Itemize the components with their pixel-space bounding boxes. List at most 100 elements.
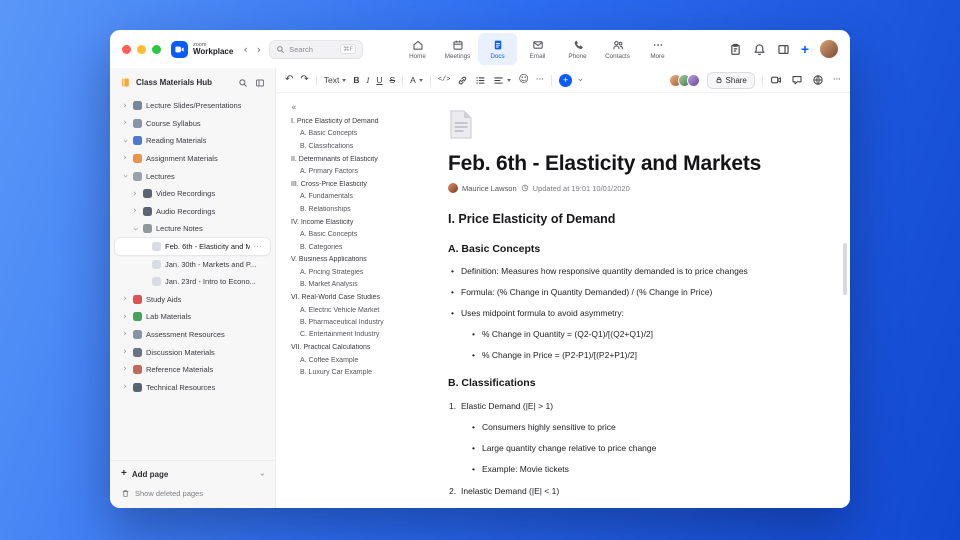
tree-row[interactable]: Feb. 6th - Elasticity and M... ··· [115, 237, 270, 256]
text-color-dropdown[interactable]: A [410, 76, 423, 85]
bullet-item[interactable]: Formula: (% Change in Quantity Demanded)… [448, 287, 816, 297]
show-deleted-pages-button[interactable]: Show deleted pages [121, 489, 264, 498]
sub-bullet-item[interactable]: Large quantity change relative to price … [469, 443, 816, 453]
bullet-list-button[interactable] [475, 75, 486, 86]
outline-item[interactable]: B. Market Analysis [291, 281, 432, 289]
tree-row[interactable]: Lecture Slides/Presentations [110, 97, 275, 115]
notifications-bell-icon[interactable] [753, 43, 766, 56]
tree-row[interactable]: Discussion Materials [110, 343, 275, 361]
tree-row[interactable]: Lectures [110, 167, 275, 185]
outline-item[interactable]: B. Pharmaceutical Industry [291, 319, 432, 327]
tree-row[interactable]: Jan. 23rd - Intro to Econo... [110, 273, 275, 291]
chevron-icon[interactable] [131, 207, 139, 216]
outline-item[interactable]: IV. Income Elasticity [291, 219, 432, 227]
tree-row[interactable]: Reading Materials [110, 132, 275, 150]
chevron-icon[interactable] [121, 119, 129, 128]
tree-row[interactable]: Reference Materials [110, 361, 275, 379]
comments-icon[interactable] [791, 74, 803, 86]
tab-home[interactable]: Home [398, 33, 437, 65]
video-call-icon[interactable] [770, 74, 782, 86]
doc-heading-1[interactable]: I. Price Elasticity of Demand [448, 212, 816, 226]
collaborator-avatar[interactable] [686, 73, 700, 87]
doc-subheading-b[interactable]: B. Classifications [448, 377, 816, 389]
bullet-item[interactable]: Definition: Measures how responsive quan… [448, 266, 816, 276]
numbered-item[interactable]: 2. Inelastic Demand (|E| < 1) [448, 486, 816, 496]
chevron-icon[interactable] [121, 365, 129, 374]
close-window-button[interactable] [122, 44, 131, 54]
back-button[interactable]: ‹ [243, 44, 247, 55]
outline-item[interactable]: B. Luxury Car Example [291, 369, 432, 377]
add-page-button[interactable]: + Add page › [121, 469, 267, 479]
tab-email[interactable]: Email [518, 33, 557, 65]
row-more-icon[interactable]: ··· [254, 243, 262, 251]
document-title[interactable]: Feb. 6th - Elasticity and Markets [448, 152, 816, 176]
outline-item[interactable]: A. Primary Factors [291, 168, 432, 176]
collapse-toolbar-icon[interactable]: ‹ [576, 78, 586, 82]
tree-row[interactable]: Video Recordings [110, 185, 275, 203]
redo-button[interactable]: ↷ [300, 75, 308, 85]
maximize-window-button[interactable] [152, 44, 161, 54]
outline-item[interactable]: V. Business Applications [291, 256, 432, 264]
collapse-sidebar-icon[interactable] [255, 78, 265, 88]
chevron-icon[interactable] [131, 190, 139, 199]
tab-more[interactable]: More [638, 33, 677, 65]
sub-bullet-item[interactable]: Example: Movie tickets [469, 464, 816, 474]
insert-block-button[interactable]: + [559, 73, 572, 87]
tab-phone[interactable]: Phone [558, 33, 597, 65]
minimize-window-button[interactable] [137, 44, 146, 54]
outline-item[interactable]: II. Determinants of Elasticity [291, 156, 432, 164]
clipboard-icon[interactable] [729, 43, 742, 56]
align-dropdown[interactable] [493, 75, 512, 86]
globe-icon[interactable] [812, 74, 824, 86]
numbered-item[interactable]: 1. Elastic Demand (|E| > 1) [448, 401, 816, 411]
more-tools-button[interactable]: ··· [536, 76, 544, 85]
tree-row[interactable]: Technical Resources [110, 379, 275, 397]
tree-row[interactable]: Study Aids [110, 291, 275, 309]
underline-button[interactable]: U [376, 76, 382, 85]
chevron-icon[interactable] [121, 383, 129, 392]
scrollbar-thumb[interactable] [843, 243, 847, 295]
outline-item[interactable]: A. Fundamentals [291, 193, 432, 201]
outline-item[interactable]: A. Pricing Strategies [291, 269, 432, 277]
tree-row[interactable]: Course Syllabus [110, 115, 275, 133]
panel-toggle-icon[interactable] [777, 43, 790, 56]
tab-meetings[interactable]: Meetings [438, 33, 477, 65]
chevron-icon[interactable] [121, 295, 129, 304]
emoji-button[interactable]: ☺ [518, 75, 528, 85]
tree-row[interactable]: Lab Materials [110, 308, 275, 326]
sub-bullet-item[interactable]: Consumers highly sensitive to price [469, 422, 816, 432]
tab-docs[interactable]: Docs [478, 33, 517, 65]
strikethrough-button[interactable]: S [390, 76, 396, 85]
bullet-item[interactable]: Uses midpoint formula to avoid asymmetry… [448, 308, 816, 318]
sidebar-search-icon[interactable] [238, 78, 248, 88]
chevron-icon[interactable] [121, 313, 129, 322]
outline-item[interactable]: C. Entertainment Industry [291, 331, 432, 339]
tree-row[interactable]: Jan. 30th - Markets and P... [110, 255, 275, 273]
undo-button[interactable]: ↶ [285, 75, 293, 85]
text-style-dropdown[interactable]: Text [324, 76, 347, 85]
chevron-icon[interactable] [131, 225, 139, 234]
tree-row[interactable]: Assessment Resources [110, 326, 275, 344]
new-item-plus-button[interactable]: + [801, 42, 809, 56]
sub-bullet-item[interactable]: % Change in Price = (P2-P1)/[(P2+P1)/2] [469, 350, 816, 360]
share-button[interactable]: Share [706, 71, 755, 89]
chevron-icon[interactable] [121, 137, 129, 146]
outline-item[interactable]: A. Basic Concepts [291, 130, 432, 138]
link-button[interactable] [457, 75, 468, 86]
collapse-outline-icon[interactable]: « [291, 103, 432, 113]
outline-item[interactable]: B. Relationships [291, 206, 432, 214]
chevron-icon[interactable] [121, 154, 129, 163]
doc-more-button[interactable]: ··· [833, 76, 841, 85]
search-input[interactable]: Search ⌘F [269, 39, 364, 59]
tab-contacts[interactable]: Contacts [598, 33, 637, 65]
add-page-caret-icon[interactable]: › [258, 472, 267, 475]
outline-item[interactable]: A. Electric Vehicle Market [291, 307, 432, 315]
outline-item[interactable]: VII. Practical Calculations [291, 344, 432, 352]
bold-button[interactable]: B [353, 76, 359, 85]
chevron-icon[interactable] [121, 172, 129, 181]
document-body[interactable]: Feb. 6th - Elasticity and Markets Mauric… [434, 93, 850, 508]
tree-row[interactable]: Assignment Materials [110, 150, 275, 168]
italic-button[interactable]: I [367, 76, 370, 85]
tree-row[interactable]: Audio Recordings [110, 203, 275, 221]
outline-item[interactable]: A. Coffee Example [291, 357, 432, 365]
